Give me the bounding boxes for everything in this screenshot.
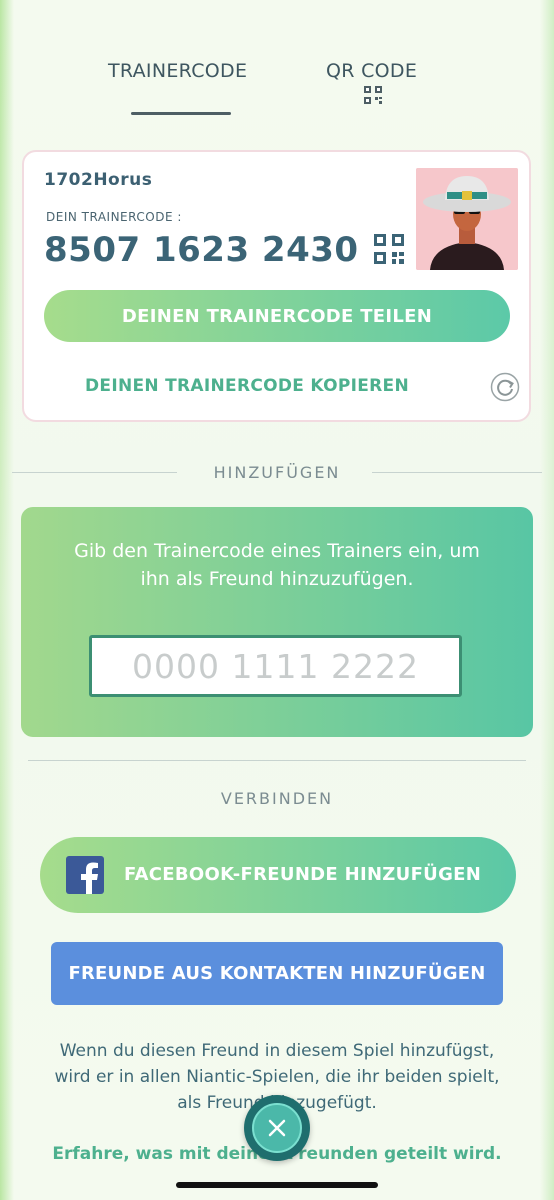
tab-qr-code[interactable]: QR CODE <box>326 60 417 82</box>
trainer-code-value: 8507 1623 2430 <box>44 230 359 270</box>
tab-trainercode[interactable]: TRAINERCODE <box>108 60 247 82</box>
trainer-card: 1702Horus DEIN TRAINERCODE : 8507 1623 2… <box>22 150 531 422</box>
add-facebook-friends-button[interactable]: FACEBOOK-FREUNDE HINZUFÜGEN <box>40 837 516 913</box>
section-heading-add: HINZUFÜGEN <box>213 463 341 482</box>
add-friend-panel: Gib den Trainercode eines Trainers ein, … <box>21 507 533 737</box>
tab-bar: TRAINERCODE QR CODE <box>0 52 554 122</box>
trainer-code-input[interactable] <box>89 635 462 697</box>
refresh-icon[interactable] <box>490 372 520 402</box>
share-trainer-code-button[interactable]: DEINEN TRAINERCODE TEILEN <box>44 290 510 342</box>
home-indicator[interactable] <box>176 1182 378 1188</box>
avatar[interactable] <box>416 168 518 270</box>
add-contacts-friends-button[interactable]: FREUNDE AUS KONTAKTEN HINZUFÜGEN <box>51 942 503 1005</box>
divider <box>28 760 526 761</box>
close-icon <box>268 1119 286 1137</box>
active-tab-indicator <box>131 112 231 115</box>
close-button-inner <box>252 1103 302 1153</box>
qr-code-icon[interactable] <box>374 234 404 264</box>
copy-trainer-code-link[interactable]: DEINEN TRAINERCODE KOPIEREN <box>24 376 470 396</box>
facebook-button-label: FACEBOOK-FREUNDE HINZUFÜGEN <box>124 864 482 885</box>
facebook-icon <box>66 856 104 894</box>
close-button[interactable] <box>244 1095 310 1161</box>
qr-code-icon <box>364 86 382 104</box>
trainer-code-label: DEIN TRAINERCODE : <box>46 210 182 224</box>
section-heading-connect: VERBINDEN <box>220 789 334 808</box>
trainer-name: 1702Horus <box>44 170 153 190</box>
add-friend-instruction: Gib den Trainercode eines Trainers ein, … <box>74 540 480 590</box>
